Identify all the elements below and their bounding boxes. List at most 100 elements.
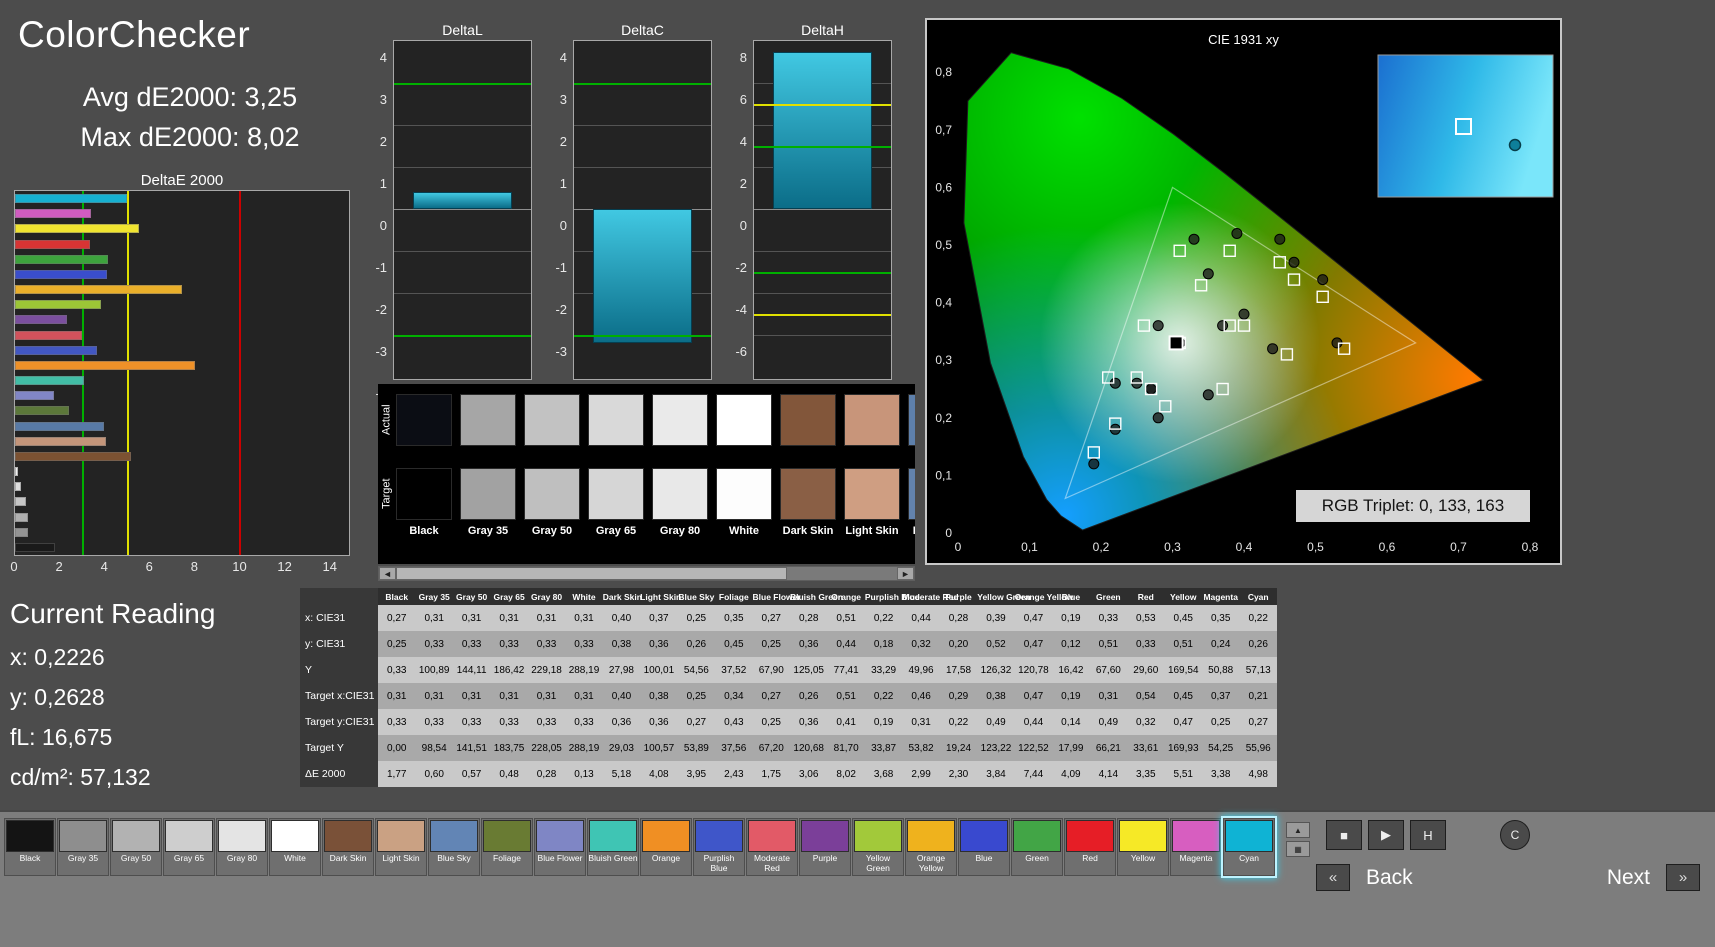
patch-button-moderate-red[interactable]: Moderate Red — [746, 818, 798, 876]
table-cell: 0,49 — [1089, 709, 1128, 735]
swatch-scrollbar[interactable]: ◄ ► — [378, 566, 915, 581]
next-label[interactable]: Next — [1607, 866, 1650, 890]
patch-button-blue-flower[interactable]: Blue Flower — [534, 818, 586, 876]
table-cell: 17,58 — [939, 657, 978, 683]
patch-color-swatch — [271, 820, 319, 852]
patch-button-cyan[interactable]: Cyan — [1221, 816, 1277, 878]
actual-swatch-gray-80 — [652, 394, 708, 446]
deltal-y-axis: 43210-1-2-3-4 — [363, 40, 389, 401]
back-arrows-button[interactable]: « — [1316, 864, 1350, 891]
table-cell: 29,03 — [602, 735, 641, 761]
table-cell: 0,28 — [939, 605, 978, 631]
collapse-up-button[interactable]: ▲ — [1286, 822, 1310, 838]
table-row: Target y:CIE31 0,33 0,33 0,33 0,33 0,33 0,33 0,… — [300, 709, 1277, 735]
scrollbar-track[interactable] — [396, 567, 897, 580]
patch-button-gray-80[interactable]: Gray 80 — [216, 818, 268, 876]
cie-x-tick-label: 0,8 — [1522, 540, 1539, 554]
table-cell: 5,18 — [602, 761, 641, 787]
y-tick-label: -1 — [555, 260, 567, 275]
patch-color-swatch — [960, 820, 1008, 852]
patch-button-gray-65[interactable]: Gray 65 — [163, 818, 215, 876]
next-arrows-button[interactable]: » — [1666, 864, 1700, 891]
actual-row-label: Actual — [380, 404, 393, 436]
patch-button-label: Red — [1082, 853, 1098, 863]
column-header-purplish-blue: Purplish Blue — [864, 588, 920, 605]
column-header-green: Green — [1089, 588, 1128, 605]
h-mode-button[interactable]: H — [1410, 820, 1446, 850]
patch-button-foliage[interactable]: Foliage — [481, 818, 533, 876]
deltah-plot-area — [753, 40, 892, 380]
patch-button-blue[interactable]: Blue — [958, 818, 1010, 876]
patch-button-gray-50[interactable]: Gray 50 — [110, 818, 162, 876]
table-cell: 0,57 — [452, 761, 491, 787]
table-cell: 0,33 — [378, 709, 416, 735]
c-mode-button[interactable]: C — [1500, 820, 1530, 850]
patch-button-blue-sky[interactable]: Blue Sky — [428, 818, 480, 876]
deltal-plot-area — [393, 40, 532, 380]
stop-button[interactable]: ■ — [1326, 820, 1362, 850]
patch-button-label: Gray 35 — [67, 853, 99, 863]
patch-button-light-skin[interactable]: Light Skin — [375, 818, 427, 876]
scrollbar-thumb[interactable] — [396, 567, 787, 580]
deltac-y-axis: 43210-1-2-3-4 — [543, 40, 569, 401]
table-cell: 0,25 — [752, 709, 790, 735]
table-cell: 0,38 — [977, 683, 1015, 709]
table-row: x: CIE31 0,27 0,31 0,31 0,31 0,31 0,31 0,40 0,37… — [300, 605, 1277, 631]
scroll-left-button[interactable]: ◄ — [379, 567, 396, 580]
patch-button-dark-skin[interactable]: Dark Skin — [322, 818, 374, 876]
highlighted-target-point — [1168, 335, 1184, 351]
table-cell: 0,47 — [1014, 683, 1053, 709]
patch-button-white[interactable]: White — [269, 818, 321, 876]
deltae-bar-moderate-red — [15, 330, 83, 340]
patch-button-bluish-green[interactable]: Bluish Green — [587, 818, 639, 876]
table-cell: 4,09 — [1052, 761, 1090, 787]
table-cell: 0,25 — [677, 605, 716, 631]
actual-swatch-row — [396, 394, 915, 446]
table-cell: 0,36 — [789, 709, 828, 735]
y-tick-label: 8 — [739, 50, 747, 65]
patch-button-purplish-blue[interactable]: Purplish Blue — [693, 818, 745, 876]
cie-x-tick-label: 0,7 — [1450, 540, 1467, 554]
layout-grid-button[interactable]: ▦ — [1286, 841, 1310, 857]
patch-button-red[interactable]: Red — [1064, 818, 1116, 876]
table-row: Y 0,33 100,89 144,11 186,42 229,18 288,19 27,98… — [300, 657, 1277, 683]
patch-color-swatch — [1119, 820, 1167, 852]
patch-button-gray-35[interactable]: Gray 35 — [57, 818, 109, 876]
table-cell: 98,54 — [415, 735, 453, 761]
play-button[interactable]: ▶ — [1368, 820, 1404, 850]
deltae-bar-gray-50 — [15, 512, 28, 522]
patch-color-swatch — [748, 820, 796, 852]
deltae-bar-gray-35 — [15, 527, 29, 537]
deltae-bar-white — [15, 467, 18, 476]
back-label[interactable]: Back — [1366, 866, 1413, 890]
deltae-bar-orange-yellow — [15, 285, 182, 294]
patch-color-swatch — [801, 820, 849, 852]
patch-button-orange-yellow[interactable]: Orange Yellow — [905, 818, 957, 876]
table-cell: 0,25 — [1201, 709, 1240, 735]
deltae-x-tick-label: 2 — [55, 559, 63, 574]
table-cell: 0,31 — [527, 683, 566, 709]
reading-y-value: y: 0,2628 — [10, 684, 105, 710]
swatch-label-gray-50: Gray 50 — [531, 525, 573, 537]
deltae-chart-title: DeltaE 2000 — [140, 172, 224, 189]
deltah-y-axis: 86420-2-4-6-8 — [723, 40, 749, 401]
measured-point — [1288, 256, 1300, 268]
patch-button-purple[interactable]: Purple — [799, 818, 851, 876]
patch-button-yellow[interactable]: Yellow — [1117, 818, 1169, 876]
table-cell: 67,20 — [752, 735, 790, 761]
measured-point — [1088, 458, 1100, 470]
patch-button-green[interactable]: Green — [1011, 818, 1063, 876]
scroll-right-button[interactable]: ► — [897, 567, 914, 580]
patch-button-magenta[interactable]: Magenta — [1170, 818, 1222, 876]
table-cell: 0,39 — [977, 605, 1015, 631]
tolerance-line — [754, 272, 891, 274]
patch-button-yellow-green[interactable]: Yellow Green — [852, 818, 904, 876]
patch-button-label: Magenta — [1179, 853, 1213, 863]
deltae-bar-magenta — [15, 209, 91, 219]
table-cell: 0,31 — [527, 605, 566, 631]
patch-button-label: Blue — [975, 853, 993, 863]
patch-button-black[interactable]: Black — [4, 818, 56, 876]
table-cell: 49,96 — [902, 657, 940, 683]
deltah-chart-title: DeltaH — [801, 22, 844, 38]
patch-button-orange[interactable]: Orange — [640, 818, 692, 876]
